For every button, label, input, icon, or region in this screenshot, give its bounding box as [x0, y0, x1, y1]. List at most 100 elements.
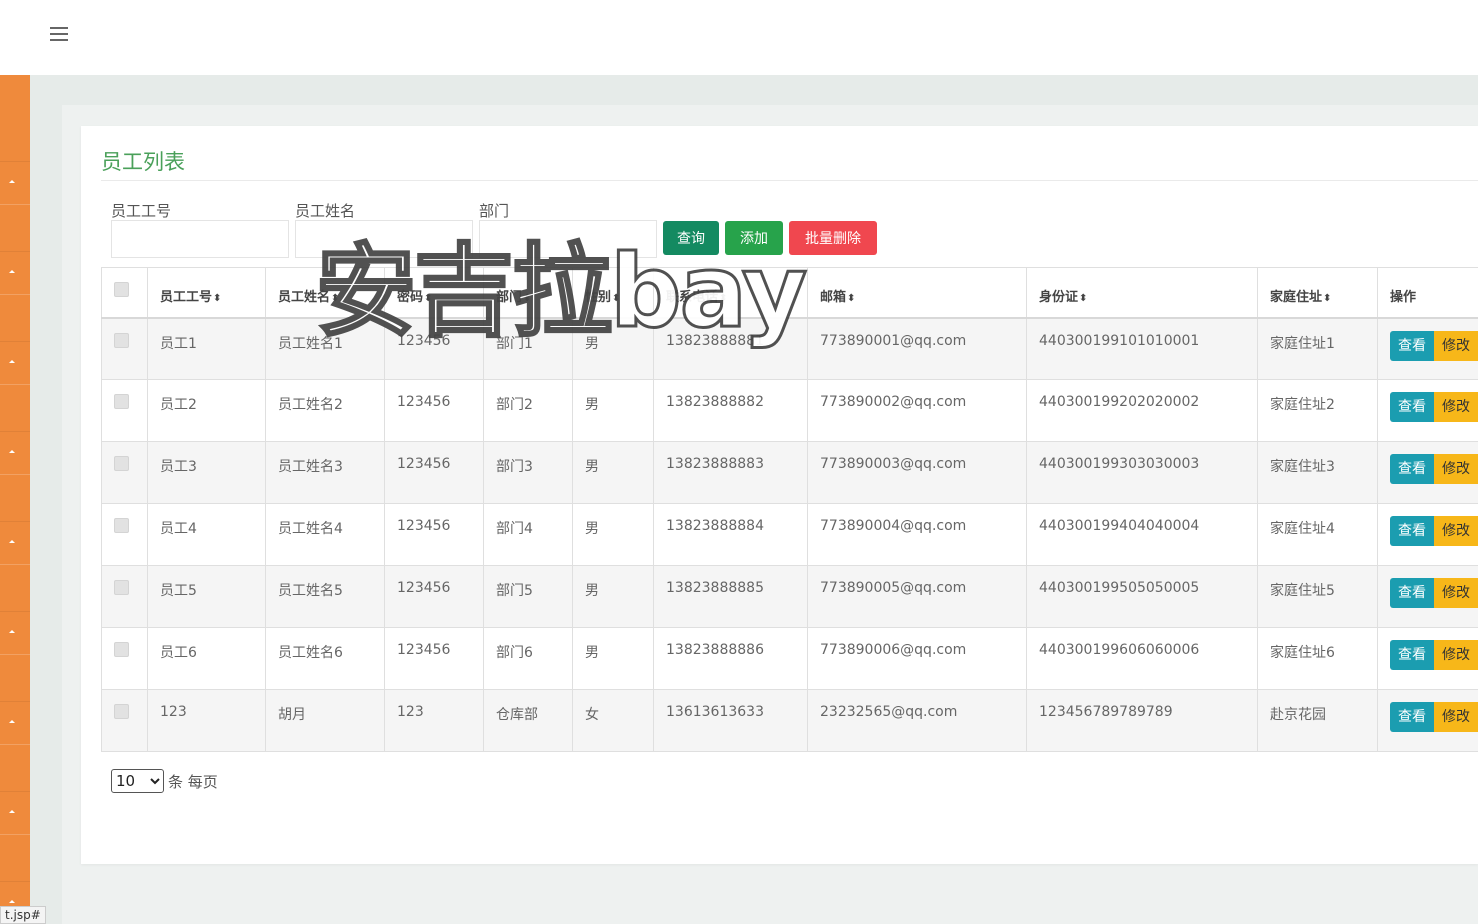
edit-button[interactable]: 修改 [1434, 516, 1478, 546]
caret-up-icon [9, 180, 15, 183]
emp-name-input[interactable] [295, 220, 473, 258]
sidebar-item[interactable] [0, 611, 30, 655]
edit-button[interactable]: 修改 [1434, 640, 1478, 670]
sidebar-item[interactable] [0, 701, 30, 745]
select-all-checkbox[interactable] [114, 282, 129, 297]
edit-button[interactable]: 修改 [1434, 702, 1478, 732]
bulk-delete-button[interactable]: 批量删除 [789, 221, 877, 255]
actions-cell: 查看 修改 [1377, 317, 1478, 380]
header-label: 邮箱 [820, 290, 847, 305]
header-label: 联系电话 [666, 290, 719, 305]
table-cell: 773890001@qq.com [807, 317, 1027, 380]
row-select-cell [101, 379, 148, 442]
table-cell: 773890006@qq.com [807, 627, 1027, 690]
top-bar [0, 0, 1478, 75]
sidebar-item[interactable] [0, 341, 30, 385]
sidebar-item[interactable] [0, 431, 30, 475]
status-bar: t.jsp# [0, 906, 46, 924]
sort-icon[interactable]: ⬍ [331, 293, 339, 304]
view-button[interactable]: 查看 [1390, 578, 1434, 608]
edit-button[interactable]: 修改 [1434, 330, 1478, 361]
sort-icon[interactable]: ⬍ [847, 293, 855, 304]
header-label: 员工工号 [160, 290, 213, 305]
sidebar-item[interactable] [0, 161, 30, 205]
row-select-cell [101, 627, 148, 690]
header-cell[interactable]: 员工工号⬍ [147, 267, 266, 319]
sort-icon[interactable]: ⬍ [719, 293, 727, 304]
row-checkbox[interactable] [114, 394, 129, 409]
caret-up-icon [9, 450, 15, 453]
view-button[interactable]: 查看 [1390, 702, 1434, 732]
sort-icon[interactable]: ⬍ [612, 293, 620, 304]
header-cell[interactable]: 联系电话⬍ [653, 267, 808, 319]
table-cell: 部门5 [483, 565, 573, 628]
title-divider [101, 180, 1478, 181]
add-button[interactable]: 添加 [725, 221, 783, 255]
caret-up-icon [9, 540, 15, 543]
sidebar-item[interactable] [0, 521, 30, 565]
row-checkbox[interactable] [114, 456, 129, 471]
row-checkbox[interactable] [114, 580, 129, 595]
header-label: 操作 [1390, 290, 1417, 305]
header-cell[interactable]: 家庭住址⬍ [1257, 267, 1378, 319]
edit-button[interactable]: 修改 [1434, 392, 1478, 422]
edit-button[interactable]: 修改 [1434, 578, 1478, 608]
sort-icon[interactable]: ⬍ [1323, 293, 1331, 304]
page-size-select[interactable]: 102050100 [111, 769, 164, 793]
view-button[interactable]: 查看 [1390, 330, 1434, 361]
row-select-cell [101, 689, 148, 752]
actions-cell: 查看 修改 [1377, 627, 1478, 690]
sort-icon[interactable]: ⬍ [213, 293, 221, 304]
table-cell: 赴京花园 [1257, 689, 1378, 752]
table-row: 员工3 员工姓名3 123456 部门3 男 13823888883 773890003@q… [101, 441, 1478, 504]
row-checkbox[interactable] [114, 518, 129, 533]
employee-table: 员工工号⬍ 员工姓名⬍ 密码⬍ 部门⬍ 性别⬍ 联系电话⬍ 邮箱⬍ 身份证⬍ 家… [101, 267, 1478, 752]
table-cell: 13823888885 [653, 565, 808, 628]
emp-no-input[interactable] [111, 220, 289, 258]
table-header-row: 员工工号⬍ 员工姓名⬍ 密码⬍ 部门⬍ 性别⬍ 联系电话⬍ 邮箱⬍ 身份证⬍ 家… [101, 267, 1478, 319]
table-cell: 男 [572, 441, 654, 504]
sidebar-item[interactable] [0, 791, 30, 835]
sidebar-item[interactable] [0, 251, 30, 295]
header-cell[interactable]: 员工姓名⬍ [265, 267, 385, 319]
header-cell[interactable]: 性别⬍ [572, 267, 654, 319]
header-cell[interactable]: 密码⬍ [384, 267, 484, 319]
header-cell[interactable]: 邮箱⬍ [807, 267, 1027, 319]
caret-up-icon [9, 810, 15, 813]
table-row: 员工4 员工姓名4 123456 部门4 男 13823888884 773890004@q… [101, 503, 1478, 566]
table-cell: 男 [572, 627, 654, 690]
table-cell: 13823888884 [653, 503, 808, 566]
sort-icon[interactable]: ⬍ [523, 293, 531, 304]
table-cell: 13823888882 [653, 379, 808, 442]
table-cell: 员工姓名5 [265, 565, 385, 628]
row-checkbox[interactable] [114, 332, 129, 348]
pagination: 102050100条 每页 [111, 769, 218, 793]
sort-icon[interactable]: ⬍ [1079, 293, 1087, 304]
table-cell: 440300199606060006 [1026, 627, 1258, 690]
table-cell: 女 [572, 689, 654, 752]
view-button[interactable]: 查看 [1390, 454, 1434, 484]
view-button[interactable]: 查看 [1390, 640, 1434, 670]
row-checkbox[interactable] [114, 642, 129, 657]
view-button[interactable]: 查看 [1390, 392, 1434, 422]
dept-input[interactable] [479, 220, 657, 258]
table-cell: 440300199101010001 [1026, 317, 1258, 380]
header-cell[interactable]: 部门⬍ [483, 267, 573, 319]
table-cell: 123 [147, 689, 266, 752]
table-cell: 男 [572, 565, 654, 628]
view-button[interactable]: 查看 [1390, 516, 1434, 546]
hamburger-menu-icon[interactable] [50, 27, 68, 41]
table-cell: 家庭住址6 [1257, 627, 1378, 690]
table-cell: 员工3 [147, 441, 266, 504]
emp-name-label: 员工姓名 [295, 202, 356, 220]
edit-button[interactable]: 修改 [1434, 454, 1478, 484]
table-cell: 男 [572, 317, 654, 380]
header-cell[interactable]: 身份证⬍ [1026, 267, 1258, 319]
table-cell: 男 [572, 503, 654, 566]
table-cell: 13823888886 [653, 627, 808, 690]
query-button[interactable]: 查询 [663, 221, 719, 255]
row-checkbox[interactable] [114, 704, 129, 719]
sort-icon[interactable]: ⬍ [424, 293, 432, 304]
actions-cell: 查看 修改 [1377, 565, 1478, 628]
table-row: 员工1 员工姓名1 123456 部门1 男 13823888881 773890001@q… [101, 317, 1478, 380]
